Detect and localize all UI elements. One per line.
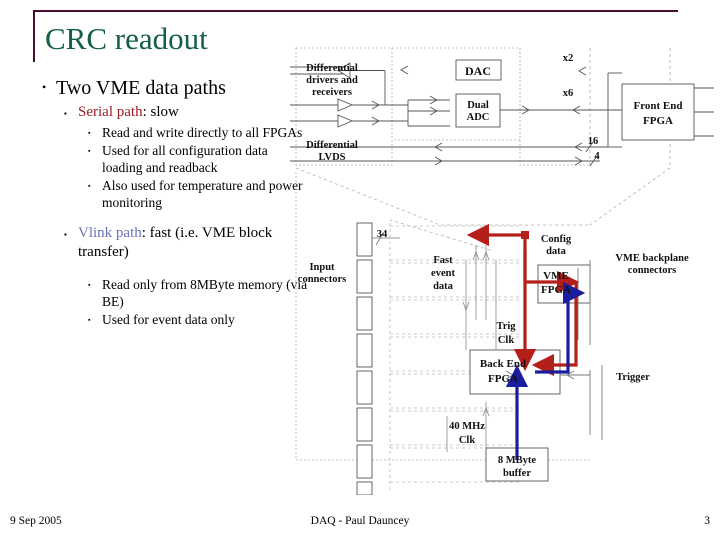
label-dual-adc-line1: Dual [467,100,489,111]
label-fast-event-data-line2: event [431,268,455,279]
bullet-serial-sub-1: Read and write directly to all FPGAs [30,124,310,142]
bullet-label: Used for event data only [102,312,235,327]
label-differential-drivers-line2: drivers and [306,75,358,86]
label-bus-34: 34 [377,229,388,240]
bullet-vlink-sub-1: Read only from 8MByte memory (via BE) [30,276,310,310]
label-input-connectors-line1: Input [309,262,335,273]
footer-page-number: 3 [704,515,710,527]
label-fast-event-data-line3: data [433,281,454,292]
bullet-label: Two VME data paths [56,77,226,99]
label-dac: DAC [465,64,491,78]
label-input-connectors-line2: connectors [298,274,346,285]
bullet-serial-sub-3: Also used for temperature and power moni… [30,177,310,211]
label-back-end-fpga-line2: FPGA [488,373,518,385]
label-front-end-fpga-line2: FPGA [643,115,673,127]
bullet-label: Read only from 8MByte memory (via BE) [102,277,308,309]
page-title: CRC readout [45,21,208,56]
bullet-serial-sub-2: Used for all configuration data loading … [30,142,310,176]
label-vme-backplane-line1: VME backplane [615,253,689,264]
label-differential-drivers-line1: Differential [306,63,358,74]
bullet-serial-path: Serial path: slow [30,103,310,123]
label-trig-clk-line2: Clk [498,335,515,346]
serial-path-rest: : slow [142,104,179,120]
label-config-data-line1: Config [541,234,572,245]
bullet-label: Read and write directly to all FPGAs [102,125,303,140]
label-40mhz-clk-line1: 40 MHz [449,421,485,432]
label-bus-4: 4 [594,151,600,162]
footer-center: DAQ - Paul Dauncey [310,515,410,527]
bullet-spacer [30,212,310,224]
label-x2: x2 [563,53,574,64]
bullet-vlink-sub-2: Used for event data only [30,311,310,329]
title-rule-left [33,10,35,62]
label-x6: x6 [563,88,574,99]
vlink-path-lead: Vlink path [78,225,142,241]
crc-board-block-diagram: Differential drivers and receivers Diffe… [290,20,715,495]
bullet-spacer [30,264,310,276]
slide: CRC readout Two VME data paths Serial pa… [0,0,720,540]
bullet-label: Used for all configuration data loading … [102,143,268,175]
label-differential-drivers-line3: receivers [312,87,352,98]
label-differential-lvds-line2: LVDS [318,152,345,163]
label-vme-backplane-line2: connectors [628,265,676,276]
label-trigger: Trigger [616,372,650,383]
label-config-data-line2: data [546,246,567,257]
label-dual-adc-line2: ADC [467,112,490,123]
label-bus-16: 16 [588,136,599,147]
label-differential-lvds-line1: Differential [306,140,358,151]
title-rule-top [33,10,678,12]
label-front-end-fpga-line1: Front End [633,100,682,112]
label-8mbyte-buffer-line2: buffer [503,468,531,479]
bullet-two-vme-data-paths: Two VME data paths [30,75,310,100]
label-vme-fpga-line2: FPGA [541,284,571,296]
label-40mhz-clk-line2: Clk [459,435,476,446]
label-fast-event-data-line1: Fast [433,255,453,266]
serial-path-lead: Serial path [78,104,143,120]
label-back-end-fpga-line1: Back End [480,358,526,370]
bullet-vlink-path: Vlink path: fast (i.e. VME block transfe… [30,224,310,262]
bullet-label: Also used for temperature and power moni… [102,178,303,210]
label-vme-fpga-line1: VME [543,270,569,282]
label-8mbyte-buffer-line1: 8 MByte [498,455,537,466]
bullet-list: Two VME data paths Serial path: slow Rea… [30,75,310,329]
label-trig-clk-line1: Trig [496,321,516,332]
